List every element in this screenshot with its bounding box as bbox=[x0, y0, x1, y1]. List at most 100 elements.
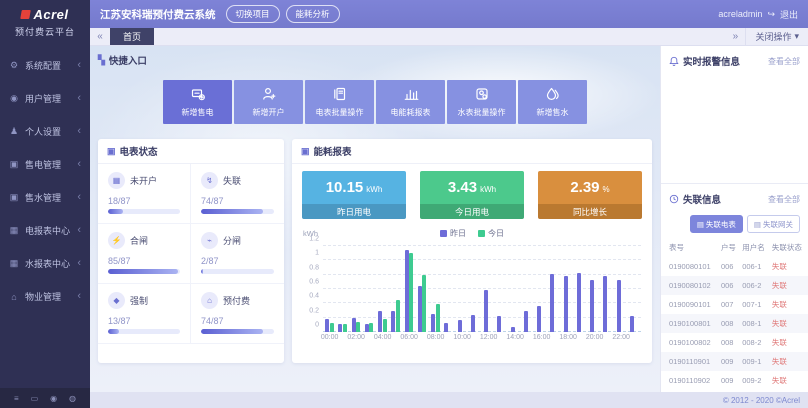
sidebar-item-1[interactable]: ◉用户管理‹ bbox=[0, 82, 90, 115]
energy-report-icon: ▣ bbox=[301, 146, 310, 157]
kpi-value: 3.43 bbox=[448, 179, 477, 196]
water-drop-icon bbox=[545, 86, 561, 104]
x-tick-label: 08:00 bbox=[427, 334, 445, 341]
meter-status-label: 未开户 bbox=[130, 174, 157, 187]
energy-report-panel: ▣ 能耗报表 10.15kWh昨日用电3.43kWh今日用电2.39%同比增长 … bbox=[292, 139, 652, 363]
legend-label: 昨日 bbox=[450, 228, 466, 239]
topbar: 江苏安科瑞预付费云系统 切换项目 能耗分析 acreladmin ↪ 退出 bbox=[90, 0, 808, 28]
bar-昨日-08:00 bbox=[431, 314, 435, 332]
bar-昨日-20:00 bbox=[590, 280, 594, 332]
offline-table-row-1[interactable]: 0190080102006006-2失联 bbox=[661, 276, 808, 295]
offline-table-cell: 009 bbox=[719, 371, 740, 390]
bar-昨日-23:00 bbox=[630, 316, 634, 332]
chevron-left-icon: ‹ bbox=[77, 159, 81, 170]
meter-status-icon: ▣ bbox=[107, 146, 116, 157]
meter-icon: ▦ bbox=[108, 172, 125, 189]
bar-昨日-07:00 bbox=[418, 286, 422, 332]
chevron-left-icon: ‹ bbox=[77, 291, 81, 302]
menu-icon[interactable]: ≡ bbox=[14, 394, 19, 403]
meter-status-label: 失联 bbox=[223, 174, 241, 187]
meter-status-label: 预付费 bbox=[223, 294, 250, 307]
prepaid-icon: ⌂ bbox=[201, 292, 218, 309]
offline-table-row-4[interactable]: 0190100802008008-2失联 bbox=[661, 333, 808, 352]
chevron-left-icon: ‹ bbox=[77, 60, 81, 71]
offline-table-row-6[interactable]: 0190110902009009-2失联 bbox=[661, 371, 808, 390]
energy-report-title: 能耗报表 bbox=[314, 144, 352, 158]
sell-water-icon: ▣ bbox=[9, 192, 19, 203]
meter-batch-icon bbox=[332, 86, 348, 104]
offline-table-cell: 0190090101 bbox=[661, 295, 719, 314]
alarm-view-all-link[interactable]: 查看全部 bbox=[768, 56, 800, 67]
bar-今日-05:00 bbox=[396, 300, 400, 332]
table-icon: ▤ bbox=[754, 220, 761, 229]
meter-status-value: 13/87 bbox=[108, 316, 180, 326]
offline-icon: ↯ bbox=[201, 172, 218, 189]
monitor-icon[interactable]: ▭ bbox=[31, 394, 39, 403]
kpi-value-area: 3.43kWh bbox=[420, 171, 524, 204]
offline-table-row-3[interactable]: 0190100801008008-1失联 bbox=[661, 314, 808, 333]
energy-analysis-button[interactable]: 能耗分析 bbox=[286, 5, 340, 23]
quick-button-0[interactable]: 新增售电 bbox=[163, 80, 232, 124]
y-tick-label: 0.8 bbox=[301, 264, 319, 271]
close-operations-dropdown[interactable]: 关闭操作 ▾ bbox=[745, 28, 808, 45]
x-tick-label: 20:00 bbox=[586, 334, 604, 341]
bar-昨日-18:00 bbox=[564, 276, 568, 332]
offline-table-header: 用户名 bbox=[740, 238, 770, 257]
sidebar-item-2[interactable]: ♟个人设置‹ bbox=[0, 115, 90, 148]
offline-table-cell: 失联 bbox=[770, 276, 808, 295]
quick-button-1[interactable]: 新增开户 bbox=[234, 80, 303, 124]
tab-home[interactable]: 首页 bbox=[110, 28, 154, 45]
collapse-tabs-right-icon[interactable]: » bbox=[725, 28, 745, 45]
legend-swatch bbox=[440, 230, 447, 237]
y-tick-label: 1 bbox=[301, 250, 319, 257]
quick-button-4[interactable]: 水表批量操作 bbox=[447, 80, 516, 124]
offline-tab-1[interactable]: ▤失联网关 bbox=[747, 215, 800, 233]
gridline bbox=[323, 245, 641, 246]
offline-table-cell: 008 bbox=[719, 333, 740, 352]
progress-fill bbox=[108, 269, 178, 274]
x-tick-label: 10:00 bbox=[453, 334, 471, 341]
offline-table-cell: 0190110901 bbox=[661, 352, 719, 371]
sidebar-item-6[interactable]: ▦水报表中心‹ bbox=[0, 247, 90, 280]
offline-table-cell: 0190080101 bbox=[661, 257, 719, 276]
bar-今日-00:00 bbox=[330, 323, 334, 332]
quick-button-2[interactable]: 电表批量操作 bbox=[305, 80, 374, 124]
offline-table-cell: 008 bbox=[719, 314, 740, 333]
progress-bar bbox=[108, 209, 180, 214]
globe-icon[interactable]: ◍ bbox=[69, 394, 76, 403]
offline-table-row-0[interactable]: 0190080101006006-1失联 bbox=[661, 257, 808, 276]
sidebar-item-3[interactable]: ▣售电管理‹ bbox=[0, 148, 90, 181]
app-window: Acrel 预付费云平台 ⚙系统配置‹◉用户管理‹♟个人设置‹▣售电管理‹▣售水… bbox=[0, 0, 808, 408]
bar-昨日-06:00 bbox=[405, 250, 409, 332]
legend-label: 今日 bbox=[488, 228, 504, 239]
sidebar-item-4[interactable]: ▣售水管理‹ bbox=[0, 181, 90, 214]
lock-icon[interactable]: ◉ bbox=[50, 394, 57, 403]
offline-table-row-5[interactable]: 0190110901009009-1失联 bbox=[661, 352, 808, 371]
gridline bbox=[323, 274, 641, 275]
sidebar-item-5[interactable]: ▦电报表中心‹ bbox=[0, 214, 90, 247]
dashboard-content: ▚ 快捷入口 新增售电新增开户电表批量操作电能耗报表水表批量操作新增售水 ▣ 电… bbox=[90, 46, 660, 392]
quick-entry-title: 快捷入口 bbox=[109, 53, 147, 67]
logout-button[interactable]: 退出 bbox=[780, 8, 798, 21]
sidebar-item-7[interactable]: ⌂物业管理‹ bbox=[0, 280, 90, 313]
footer: © 2012 - 2020 ©Acrel bbox=[90, 392, 808, 408]
offline-tab-0[interactable]: ▤失联电表 bbox=[690, 215, 743, 233]
switch-project-button[interactable]: 切换项目 bbox=[226, 5, 280, 23]
quick-button-3[interactable]: 电能耗报表 bbox=[376, 80, 445, 124]
offline-view-all-link[interactable]: 查看全部 bbox=[768, 194, 800, 205]
quick-button-5[interactable]: 新增售水 bbox=[518, 80, 587, 124]
bar-昨日-03:00 bbox=[365, 324, 369, 332]
bar-昨日-10:00 bbox=[458, 320, 462, 332]
meter-status-panel: ▣ 电表状态 ▦未开户18/87↯失联74/87⚡合闸85/87⌁分闸2/87◆… bbox=[98, 139, 284, 363]
offline-table-cell: 006-1 bbox=[740, 257, 770, 276]
kpi-card-2: 2.39%同比增长 bbox=[538, 171, 642, 219]
meter-status-item-5: ⌂预付费74/87 bbox=[191, 284, 284, 344]
quick-button-label: 电能耗报表 bbox=[391, 107, 431, 118]
bar-chart-icon bbox=[403, 86, 419, 104]
sidebar-item-0[interactable]: ⚙系统配置‹ bbox=[0, 49, 90, 82]
energy-chart: kWh 昨日今日 00.20.40.60.811.2 00:0002:0004:… bbox=[301, 228, 643, 343]
bar-今日-02:00 bbox=[356, 322, 360, 332]
offline-table-row-2[interactable]: 0190090101007007-1失联 bbox=[661, 295, 808, 314]
collapse-tabs-left-icon[interactable]: « bbox=[90, 28, 110, 45]
progress-fill bbox=[201, 209, 263, 214]
